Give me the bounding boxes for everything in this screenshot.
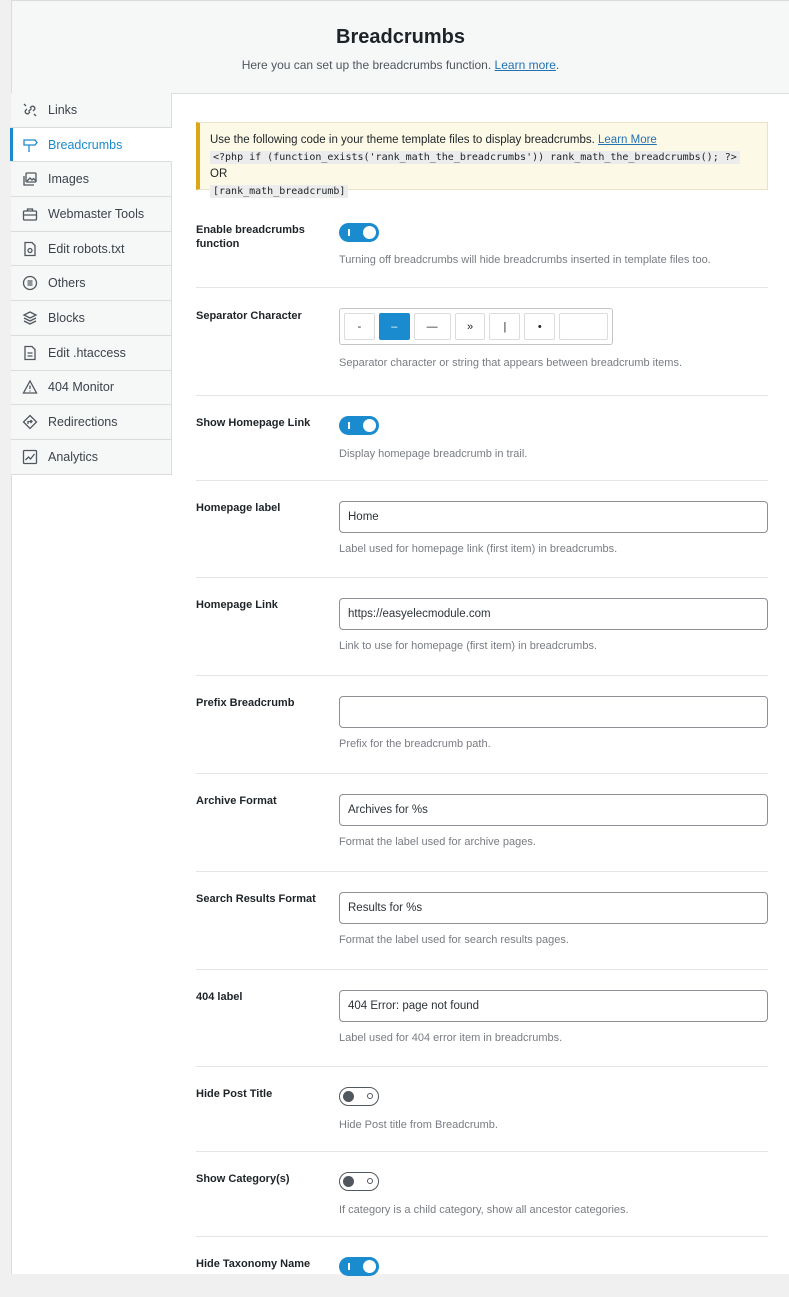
shortcode: [rank_math_breadcrumb]: [210, 185, 349, 198]
blocks-icon: [21, 309, 39, 327]
separator-option[interactable]: •: [524, 313, 556, 340]
sidebar-item-analytics[interactable]: Analytics: [11, 439, 172, 475]
setting-description: Display homepage breadcrumb in trail.: [339, 448, 528, 460]
page-subtitle: Here you can set up the breadcrumbs func…: [241, 58, 560, 72]
setting-label: Archive Format: [196, 795, 277, 807]
learn-more-link[interactable]: Learn more: [495, 58, 556, 72]
breadcrumbs-icon: [21, 136, 39, 154]
analytics-icon: [21, 448, 39, 466]
htaccess-icon: [21, 344, 39, 362]
sidebar-item-webmaster-tools[interactable]: Webmaster Tools: [11, 197, 172, 232]
setting-show-categories: Show Category(s) If category is a child …: [196, 1152, 768, 1237]
sidebar-nav: Links Breadcrumbs Images Webmaster Tools…: [10, 93, 172, 475]
php-code: <?php if (function_exists('rank_math_the…: [210, 151, 740, 164]
code-notice: Use the following code in your theme tem…: [196, 122, 768, 198]
sidebar-item-blocks[interactable]: Blocks: [11, 301, 172, 336]
archive-format-input[interactable]: Archives for %s: [339, 794, 768, 826]
links-icon: [21, 101, 39, 119]
sidebar-item-label: Edit robots.txt: [48, 241, 125, 256]
sidebar-item-label: Redirections: [48, 415, 118, 430]
setting-hide-post-title: Hide Post Title Hide Post title from Bre…: [196, 1067, 768, 1152]
sidebar-item-others[interactable]: Others: [11, 266, 172, 302]
separator-option[interactable]: »: [454, 313, 486, 340]
setting-label: Homepage label: [196, 502, 281, 514]
sidebar-item-label: Analytics: [48, 449, 99, 464]
settings-content: Use the following code in your theme tem…: [196, 122, 768, 1276]
setting-description: Format the label used for search results…: [339, 934, 569, 946]
setting-label: 404 label: [196, 991, 243, 1003]
setting-description: Prefix for the breadcrumb path.: [339, 738, 491, 750]
setting-archive-format: Archive Format Archives for %s Format th…: [196, 774, 768, 872]
setting-description: Label used for 404 error item in breadcr…: [339, 1032, 563, 1044]
sidebar-item-label: 404 Monitor: [48, 380, 115, 395]
redirections-icon: [21, 413, 39, 431]
setting-description: Label used for homepage link (first item…: [339, 543, 618, 555]
sidebar-item-images[interactable]: Images: [11, 162, 172, 198]
separator-option[interactable]: -: [344, 313, 375, 340]
hide-post-title-toggle[interactable]: [339, 1087, 379, 1106]
sidebar-item-404-monitor[interactable]: 404 Monitor: [11, 370, 172, 406]
setting-homepage-label: Homepage label Home Label used for homep…: [196, 481, 768, 578]
homepage-link-input[interactable]: https://easyelecmodule.com: [339, 598, 768, 630]
sidebar-item-breadcrumbs[interactable]: Breadcrumbs: [10, 127, 172, 163]
sidebar-item-robots[interactable]: Edit robots.txt: [11, 231, 172, 267]
enable-breadcrumbs-toggle[interactable]: [339, 223, 379, 242]
others-icon: [21, 274, 39, 292]
search-results-format-input[interactable]: Results for %s: [339, 892, 768, 924]
separator-option-selected[interactable]: –: [378, 313, 410, 340]
sidebar-item-htaccess[interactable]: Edit .htaccess: [11, 335, 172, 371]
notice-learn-more-link[interactable]: Learn More: [598, 134, 657, 146]
setting-404-label: 404 label 404 Error: page not found Labe…: [196, 970, 768, 1067]
setting-prefix-breadcrumb: Prefix Breadcrumb Prefix for the breadcr…: [196, 676, 768, 774]
sidebar-item-label: Edit .htaccess: [48, 345, 126, 360]
separator-custom-input[interactable]: [559, 313, 609, 340]
setting-search-results-format: Search Results Format Results for %s For…: [196, 872, 768, 970]
setting-description: Link to use for homepage (first item) in…: [339, 640, 598, 652]
sidebar-item-label: Breadcrumbs: [48, 137, 123, 152]
setting-description: Format the label used for archive pages.: [339, 836, 536, 848]
warning-icon: [21, 378, 39, 396]
setting-label: Show Category(s): [196, 1173, 290, 1185]
setting-show-homepage-link: Show Homepage Link Display homepage brea…: [196, 396, 768, 481]
show-categories-toggle[interactable]: [339, 1172, 379, 1191]
prefix-breadcrumb-input[interactable]: [339, 696, 768, 728]
setting-label: Hide Taxonomy Name: [196, 1258, 311, 1270]
sidebar-item-links[interactable]: Links: [11, 93, 172, 128]
setting-hide-taxonomy-name: Hide Taxonomy Name: [196, 1237, 768, 1297]
sidebar-item-label: Blocks: [48, 310, 85, 325]
setting-label: Search Results Format: [196, 893, 316, 905]
page-title: Breadcrumbs: [336, 26, 465, 48]
sidebar-item-label: Others: [48, 276, 86, 291]
setting-label: Enable breadcrumbs function: [196, 224, 305, 250]
setting-enable-breadcrumbs: Enable breadcrumbs function Turning off …: [196, 208, 768, 288]
setting-description: If category is a child category, show al…: [339, 1204, 629, 1216]
sidebar-item-label: Webmaster Tools: [48, 206, 145, 221]
setting-description: Hide Post title from Breadcrumb.: [339, 1119, 498, 1131]
setting-label: Prefix Breadcrumb: [196, 697, 295, 709]
homepage-label-input[interactable]: Home: [339, 501, 768, 533]
show-homepage-link-toggle[interactable]: [339, 416, 379, 435]
separator-option[interactable]: —: [413, 313, 451, 340]
setting-description: Turning off breadcrumbs will hide breadc…: [339, 254, 711, 266]
setting-separator: Separator Character - – — » | • Separato…: [196, 288, 768, 396]
sidebar-item-redirections[interactable]: Redirections: [11, 405, 172, 440]
setting-label: Show Homepage Link: [196, 417, 311, 429]
404-label-input[interactable]: 404 Error: page not found: [339, 990, 768, 1022]
webmaster-tools-icon: [21, 205, 39, 223]
robots-icon: [21, 240, 39, 258]
sidebar-item-label: Links: [48, 102, 78, 117]
setting-label: Homepage Link: [196, 599, 278, 611]
separator-option[interactable]: |: [489, 313, 521, 340]
sidebar-item-label: Images: [48, 172, 89, 187]
setting-homepage-link: Homepage Link https://easyelecmodule.com…: [196, 578, 768, 676]
images-icon: [21, 170, 39, 188]
separator-options: - – — » | •: [339, 308, 613, 345]
page-header: Breadcrumbs Here you can set up the brea…: [12, 1, 789, 94]
setting-label: Separator Character: [196, 310, 302, 322]
setting-description: Separator character or string that appea…: [339, 357, 683, 369]
setting-label: Hide Post Title: [196, 1088, 273, 1100]
hide-taxonomy-name-toggle[interactable]: [339, 1257, 379, 1276]
